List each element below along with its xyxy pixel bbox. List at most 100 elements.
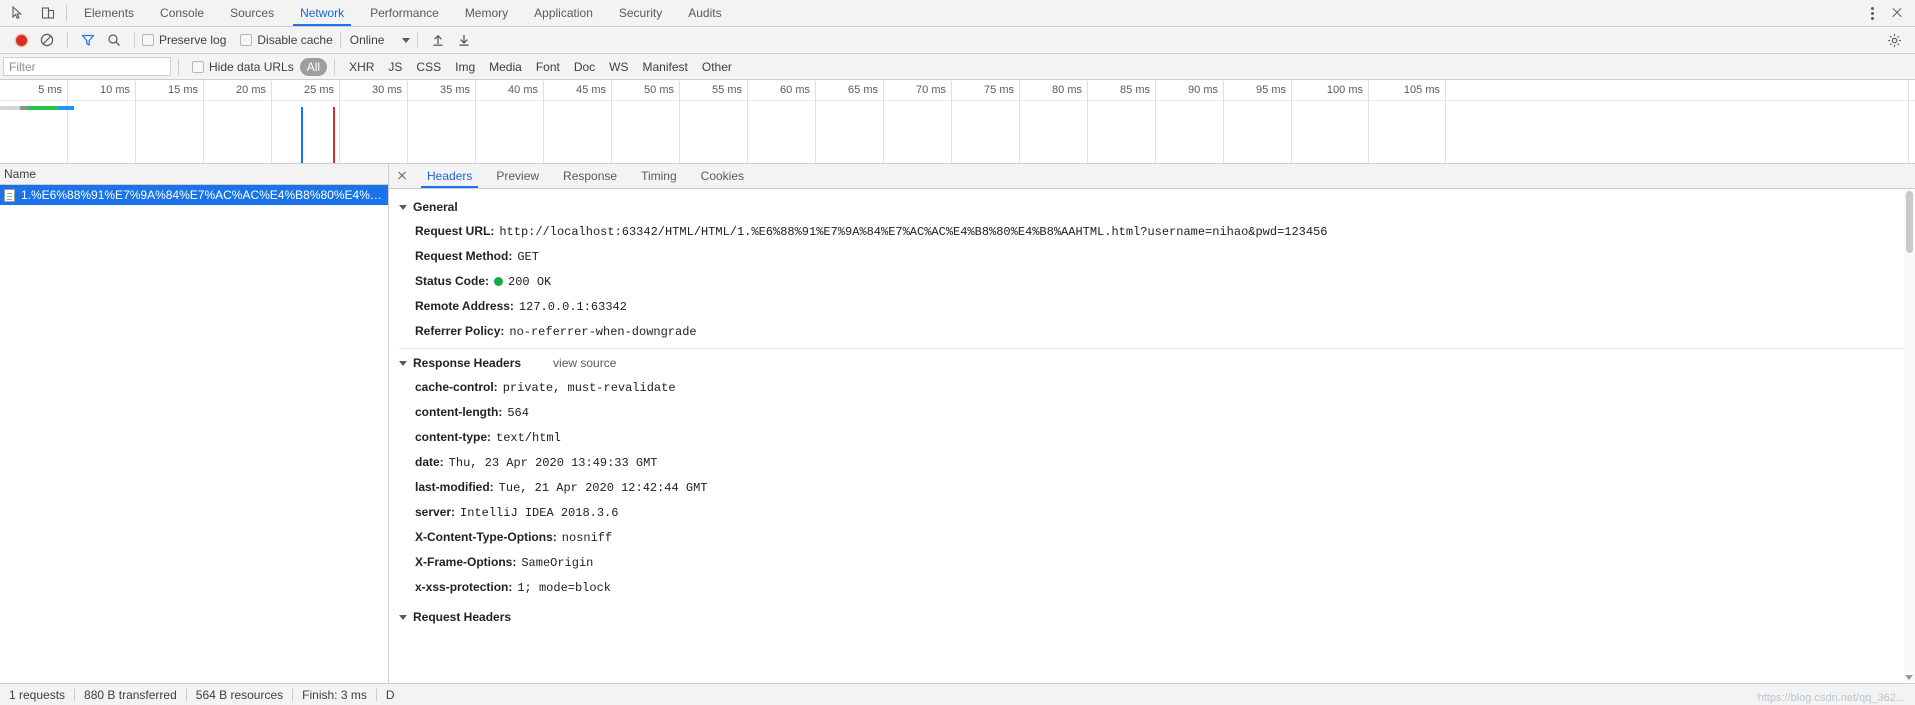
detail-tab-response[interactable]: Response [551, 164, 629, 188]
tab-performance[interactable]: Performance [357, 0, 452, 26]
type-filter-doc[interactable]: Doc [567, 58, 602, 76]
preserve-log-label: Preserve log [159, 33, 226, 47]
import-har-icon[interactable] [425, 29, 451, 51]
tab-console[interactable]: Console [147, 0, 217, 26]
type-filter-other[interactable]: Other [695, 58, 739, 76]
tick-label: 40 ms [508, 84, 538, 96]
type-filter-media[interactable]: Media [482, 58, 529, 76]
type-label: JS [388, 60, 402, 74]
request-row[interactable]: 1.%E6%88%91%E7%9A%84%E7%AC%AC%E4%B8%80%E… [0, 185, 388, 205]
requests-count: 1 requests [0, 688, 74, 702]
detail-scrollbar[interactable] [1904, 189, 1915, 683]
row-value: GET [517, 251, 539, 264]
view-source-link[interactable]: view source [553, 356, 616, 370]
scroll-down-icon[interactable] [1905, 675, 1913, 680]
detail-tab-cookies[interactable]: Cookies [689, 164, 756, 188]
search-icon[interactable] [101, 29, 127, 51]
disable-cache-checkbox[interactable]: Disable cache [240, 33, 332, 47]
detail-tab-preview[interactable]: Preview [484, 164, 551, 188]
filter-input[interactable] [3, 57, 171, 76]
type-filter-img[interactable]: Img [448, 58, 482, 76]
headers-content: General Request URL: http://localhost:63… [389, 189, 1915, 683]
tick-label: 100 ms [1327, 84, 1363, 96]
tick-label: 80 ms [1052, 84, 1082, 96]
tab-application[interactable]: Application [521, 0, 606, 26]
request-headers-section-header[interactable]: Request Headers [389, 600, 1915, 629]
tab-bar-tools [0, 0, 64, 26]
response-headers-section-header[interactable]: Response Headers view source [389, 351, 1915, 375]
general-section-header[interactable]: General [389, 195, 1915, 219]
response-header-row: server: IntelliJ IDEA 2018.3.6 [389, 500, 1915, 525]
tab-label: Headers [427, 169, 472, 183]
export-har-icon[interactable] [451, 29, 477, 51]
request-list: 1.%E6%88%91%E7%9A%84%E7%AC%AC%E4%B8%80%E… [0, 185, 388, 683]
hide-data-urls-checkbox[interactable]: Hide data URLs [192, 60, 294, 74]
tab-label: Memory [465, 6, 508, 20]
scrollbar-thumb[interactable] [1906, 191, 1913, 253]
preserve-log-checkbox[interactable]: Preserve log [142, 33, 226, 47]
tab-label: Cookies [701, 169, 744, 183]
type-filter-js[interactable]: JS [381, 58, 409, 76]
tab-memory[interactable]: Memory [452, 0, 521, 26]
tick-label: 90 ms [1188, 84, 1218, 96]
detail-tab-timing[interactable]: Timing [629, 164, 689, 188]
clear-icon[interactable] [34, 29, 60, 51]
request-list-header: Name [0, 164, 388, 185]
row-value: 200 OK [508, 276, 551, 289]
network-status-bar: 1 requests 880 B transferred 564 B resou… [0, 683, 1915, 705]
detail-tab-headers[interactable]: Headers [415, 164, 484, 188]
close-icon[interactable] [1887, 3, 1907, 23]
tab-bar-divider [66, 5, 67, 21]
tab-sources[interactable]: Sources [217, 0, 287, 26]
type-filter-css[interactable]: CSS [409, 58, 448, 76]
network-overview-timeline[interactable]: 5 ms 10 ms 15 ms 20 ms 25 ms 30 ms 35 ms… [0, 80, 1915, 164]
tick-label: 60 ms [780, 84, 810, 96]
row-value[interactable]: http://localhost:63342/HTML/HTML/1.%E6%8… [499, 226, 1327, 239]
tick-label: 5 ms [38, 84, 62, 96]
tick-label: 45 ms [576, 84, 606, 96]
row-key: content-length: [415, 406, 502, 419]
response-header-row: date: Thu, 23 Apr 2020 13:49:33 GMT [389, 450, 1915, 475]
row-value: 1; mode=block [517, 582, 611, 595]
type-label: All [307, 60, 320, 74]
type-label: Doc [574, 60, 595, 74]
tick-label: 30 ms [372, 84, 402, 96]
device-toolbar-icon[interactable] [38, 3, 58, 23]
inspect-cursor-icon[interactable] [8, 3, 28, 23]
tick-label: 65 ms [848, 84, 878, 96]
row-value-wrap: 200 OK [494, 276, 551, 289]
checkbox-box [192, 61, 204, 73]
tab-label: Security [619, 6, 662, 20]
tab-security[interactable]: Security [606, 0, 675, 26]
close-detail-button[interactable] [389, 164, 415, 188]
general-row: Status Code: 200 OK [389, 269, 1915, 294]
document-icon [4, 189, 15, 202]
general-row: Request Method: GET [389, 244, 1915, 269]
tab-bar-right-tools [1863, 0, 1915, 26]
request-detail-pane: Headers Preview Response Timing Cookies … [389, 164, 1915, 683]
type-filter-manifest[interactable]: Manifest [636, 58, 695, 76]
load-event-marker [333, 107, 335, 163]
row-value: no-referrer-when-downgrade [509, 326, 696, 339]
general-row: Referrer Policy: no-referrer-when-downgr… [389, 319, 1915, 344]
type-label: Manifest [643, 60, 688, 74]
tab-audits[interactable]: Audits [675, 0, 734, 26]
tab-network[interactable]: Network [287, 0, 357, 26]
watermark: https://blog.csdn.net/qq_362... [1758, 692, 1905, 704]
tab-elements[interactable]: Elements [71, 0, 147, 26]
tick-label: 70 ms [916, 84, 946, 96]
type-filter-xhr[interactable]: XHR [342, 58, 381, 76]
type-filter-all[interactable]: All [300, 58, 327, 76]
record-button-icon[interactable] [8, 29, 34, 51]
filter-funnel-icon[interactable] [75, 29, 101, 51]
gear-icon[interactable] [1881, 29, 1907, 51]
tab-label: Audits [688, 6, 721, 20]
column-header-name[interactable]: Name [4, 167, 36, 181]
general-row: Request URL: http://localhost:63342/HTML… [389, 219, 1915, 244]
chevron-down-icon [399, 361, 407, 366]
type-filter-ws[interactable]: WS [602, 58, 635, 76]
type-filter-font[interactable]: Font [529, 58, 567, 76]
toolbar-divider-2 [134, 32, 135, 48]
throttling-dropdown[interactable]: Online [348, 33, 411, 47]
kebab-menu-icon[interactable] [1863, 3, 1881, 23]
